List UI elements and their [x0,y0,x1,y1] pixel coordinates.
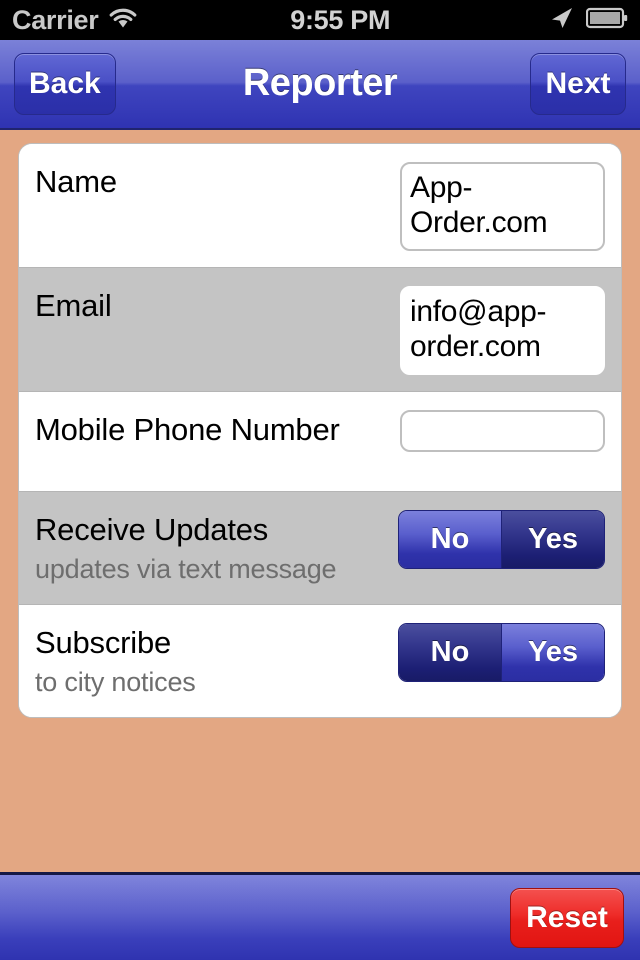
table-row: Subscribe to city notices No Yes [19,604,621,717]
subscribe-option-yes[interactable]: Yes [502,623,604,681]
bottom-toolbar: Reset [0,872,640,960]
carrier-label: Carrier [12,4,99,35]
status-bar-time: 9:55 PM [290,4,391,35]
row-control: info@app-order.com [400,284,605,375]
name-input[interactable]: App-Order.com [400,162,605,251]
subscribe-segmented-control[interactable]: No Yes [398,622,605,682]
row-labels: Receive Updates updates via text message [35,508,398,588]
table-row: Receive Updates updates via text message… [19,491,621,605]
status-bar-left: Carrier [12,4,138,35]
navigation-bar: Back Reporter Next [0,40,640,130]
row-labels: Email [35,284,400,325]
status-bar-right [548,5,628,36]
table-row: Name App-Order.com [19,144,621,268]
row-labels: Subscribe to city notices [35,621,398,701]
back-button[interactable]: Back [14,53,116,115]
phone-screen: Carrier 9:55 PM Back Reporter Next Name … [0,0,640,960]
mobile-phone-input[interactable] [400,409,605,452]
row-control: App-Order.com [400,160,605,251]
battery-icon [585,7,628,34]
receive-updates-option-yes[interactable]: Yes [502,510,604,568]
wifi-icon [108,7,138,34]
reset-button[interactable]: Reset [510,887,624,948]
row-title: Subscribe [35,624,172,660]
row-control: No Yes [398,508,605,569]
row-title: Receive Updates [35,511,269,547]
row-control [400,408,605,452]
table-row: Mobile Phone Number [19,391,621,492]
row-title: Name [35,164,117,199]
row-labels: Name [35,160,400,201]
location-arrow-icon [548,5,574,36]
subscribe-option-no[interactable]: No [399,623,501,681]
row-subtitle: to city notices [35,667,196,698]
receive-updates-option-no[interactable]: No [399,510,501,568]
table-row: Email info@app-order.com [19,267,621,392]
status-bar: Carrier 9:55 PM [0,0,640,40]
row-title: Mobile Phone Number [35,411,340,447]
row-subtitle: updates via text message [35,554,337,585]
row-control: No Yes [398,621,605,682]
email-input[interactable]: info@app-order.com [400,285,605,375]
row-labels: Mobile Phone Number [35,408,400,449]
form-card: Name App-Order.com Email info@app-order.… [18,143,622,718]
next-button[interactable]: Next [530,53,626,115]
row-title: Email [35,287,112,323]
receive-updates-segmented-control[interactable]: No Yes [398,509,605,569]
